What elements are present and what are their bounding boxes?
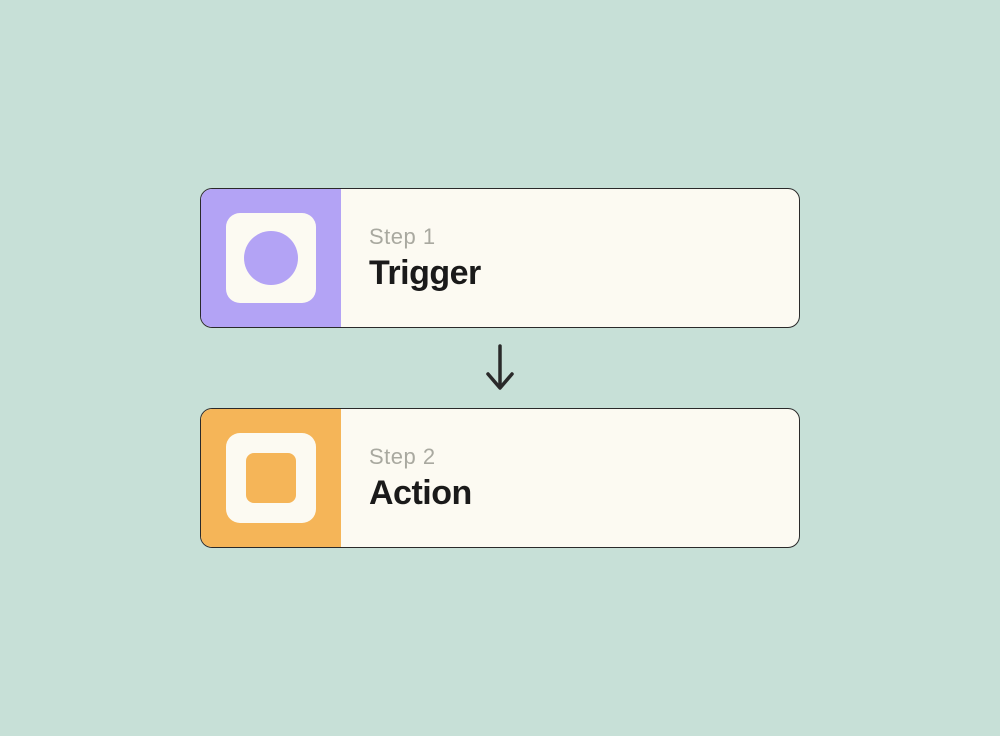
trigger-step-card: Step 1 Trigger <box>200 188 800 328</box>
circle-icon <box>244 231 298 285</box>
action-step-card: Step 2 Action <box>200 408 800 548</box>
trigger-icon-section <box>201 189 341 327</box>
action-step-title: Action <box>369 474 472 513</box>
arrow-connector <box>480 328 520 408</box>
workflow-diagram: Step 1 Trigger Step 2 Action <box>200 188 800 548</box>
trigger-text-section: Step 1 Trigger <box>341 189 481 327</box>
action-text-section: Step 2 Action <box>341 409 472 547</box>
trigger-step-label: Step 1 <box>369 224 481 250</box>
arrow-down-icon <box>480 342 520 394</box>
action-icon-box <box>226 433 316 523</box>
action-icon-section <box>201 409 341 547</box>
square-icon <box>246 453 296 503</box>
action-step-label: Step 2 <box>369 444 472 470</box>
trigger-icon-box <box>226 213 316 303</box>
trigger-step-title: Trigger <box>369 254 481 293</box>
